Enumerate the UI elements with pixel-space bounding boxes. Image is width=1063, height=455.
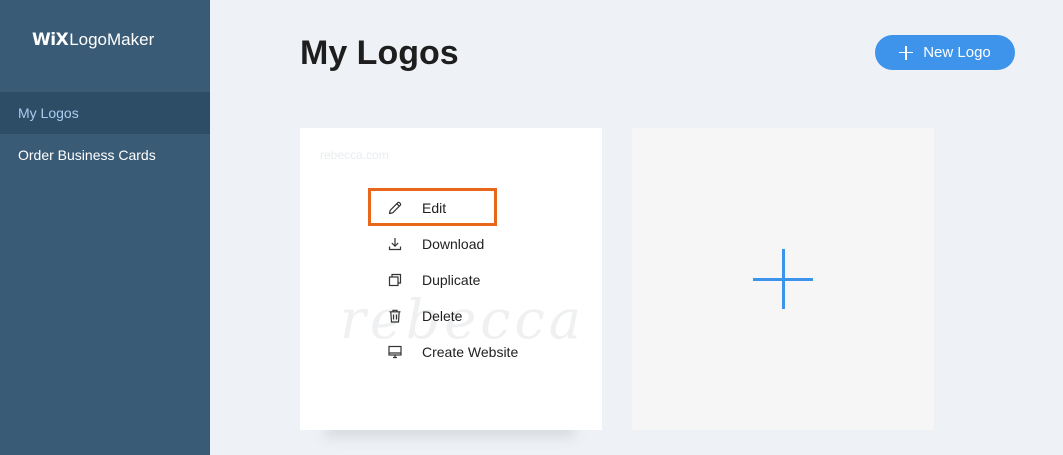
brand-logo[interactable]: WiX LogoMaker bbox=[32, 30, 154, 52]
new-logo-button[interactable]: New Logo bbox=[875, 35, 1015, 70]
edit-menu-item[interactable]: Edit bbox=[368, 188, 608, 226]
download-label: Download bbox=[422, 236, 485, 252]
add-logo-card[interactable] bbox=[632, 128, 934, 430]
duplicate-label: Duplicate bbox=[422, 272, 481, 288]
brand-wix-text: WiX bbox=[32, 30, 69, 50]
edit-highlight-box bbox=[368, 188, 497, 226]
delete-menu-item[interactable]: Delete bbox=[368, 298, 608, 334]
logo-actions-menu: Edit Download Duplicate Delete Create We… bbox=[368, 188, 608, 370]
sidebar-item-label: My Logos bbox=[18, 105, 79, 121]
duplicate-icon bbox=[386, 271, 404, 289]
sidebar-nav: My Logos Order Business Cards bbox=[0, 92, 210, 176]
download-menu-item[interactable]: Download bbox=[368, 226, 608, 262]
brand-logomaker-text: LogoMaker bbox=[69, 30, 155, 49]
logo-card[interactable]: rebecca.com rebecca Edit Download Duplic… bbox=[300, 128, 602, 430]
duplicate-menu-item[interactable]: Duplicate bbox=[368, 262, 608, 298]
sidebar-item-order-business-cards[interactable]: Order Business Cards bbox=[0, 134, 210, 176]
plus-icon bbox=[899, 45, 914, 60]
sidebar-item-my-logos[interactable]: My Logos bbox=[0, 92, 210, 134]
page-title: My Logos bbox=[300, 34, 459, 72]
delete-label: Delete bbox=[422, 308, 463, 324]
create-website-menu-item[interactable]: Create Website bbox=[368, 334, 608, 370]
sidebar-item-label: Order Business Cards bbox=[18, 147, 156, 163]
create-website-label: Create Website bbox=[422, 344, 519, 360]
add-plus-icon bbox=[753, 249, 813, 309]
monitor-icon bbox=[386, 343, 404, 361]
download-icon bbox=[386, 235, 404, 253]
trash-icon bbox=[386, 307, 404, 325]
new-logo-label: New Logo bbox=[923, 44, 991, 61]
logo-card-faded-name: rebecca.com bbox=[320, 148, 389, 162]
sidebar: WiX LogoMaker My Logos Order Business Ca… bbox=[0, 0, 210, 455]
